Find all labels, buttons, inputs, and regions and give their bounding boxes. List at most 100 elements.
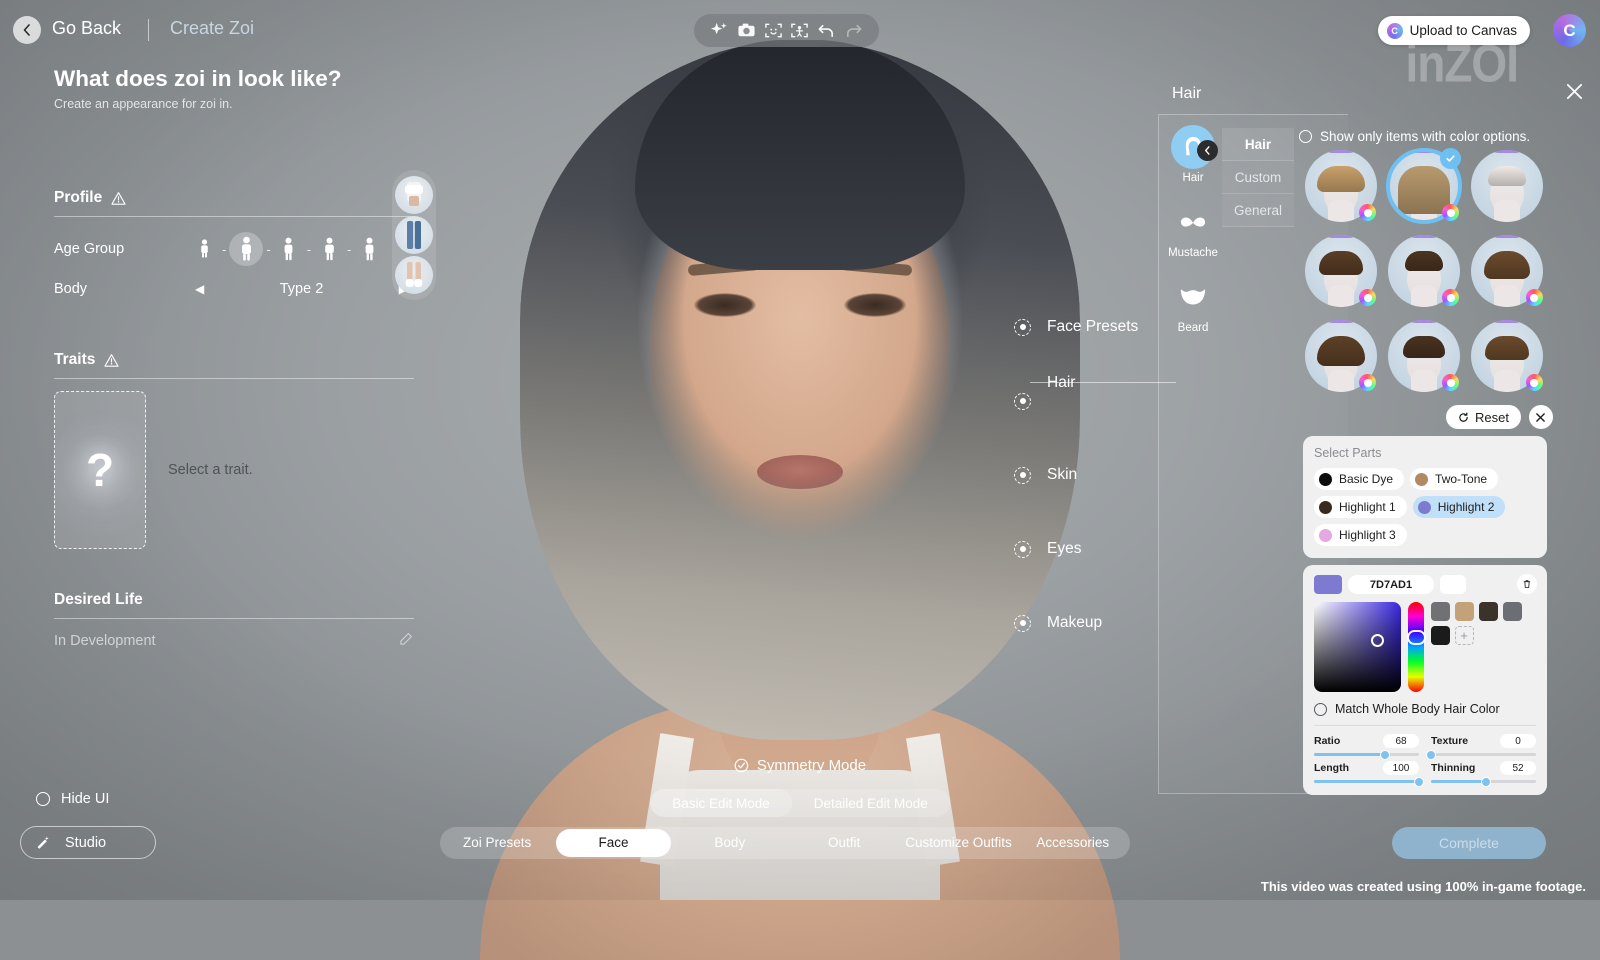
color-options-icon — [1442, 204, 1459, 221]
redo-icon[interactable] — [844, 21, 863, 40]
detailed-edit-mode-button[interactable]: Detailed Edit Mode — [792, 789, 950, 817]
body-prev-button[interactable]: ◀ — [189, 282, 210, 296]
hair-style-option[interactable] — [1299, 144, 1382, 227]
part-chip[interactable]: Basic Dye — [1314, 468, 1404, 490]
tab-face[interactable]: Face — [556, 829, 670, 857]
preset-color-swatch[interactable] — [1479, 602, 1498, 621]
slider-fill — [1314, 780, 1419, 783]
subtab-general[interactable]: General — [1222, 194, 1294, 227]
hair-style-option[interactable] — [1466, 144, 1549, 227]
parameter-slider[interactable]: Length100 — [1314, 761, 1419, 783]
slider-track[interactable] — [1431, 780, 1536, 783]
part-chip[interactable]: Highlight 3 — [1314, 524, 1407, 546]
parameter-slider[interactable]: Ratio68 — [1314, 734, 1419, 756]
preset-color-swatch[interactable] — [1431, 602, 1450, 621]
tab-customize-outfits[interactable]: Customize Outfits — [901, 836, 1015, 850]
thumb-top-accent — [1492, 235, 1522, 238]
subtab-custom[interactable]: Custom — [1222, 161, 1294, 194]
trait-slot-empty[interactable]: ? — [54, 391, 146, 549]
part-chip[interactable]: Highlight 2 — [1413, 496, 1506, 518]
age-option-adult[interactable] — [314, 234, 344, 264]
hide-ui-toggle[interactable]: Hide UI — [36, 791, 109, 807]
sparkle-icon[interactable] — [710, 21, 729, 40]
parameter-slider[interactable]: Texture0 — [1431, 734, 1536, 756]
preset-color-swatch[interactable] — [1503, 602, 1522, 621]
complete-button[interactable]: Complete — [1392, 827, 1546, 859]
hex-value-field[interactable]: 7D7AD1 — [1348, 575, 1434, 594]
category-mustache[interactable]: Mustache — [1166, 200, 1220, 259]
thumb-neck — [1494, 285, 1520, 307]
preset-color-swatch[interactable] — [1455, 602, 1474, 621]
basic-edit-mode-button[interactable]: Basic Edit Mode — [650, 789, 792, 817]
go-back-label[interactable]: Go Back — [52, 18, 121, 39]
thumb-hair — [1317, 166, 1365, 192]
parameter-slider[interactable]: Thinning52 — [1431, 761, 1536, 783]
match-body-hair-toggle[interactable]: Match Whole Body Hair Color — [1314, 702, 1536, 716]
hue-slider[interactable] — [1408, 602, 1424, 692]
chevron-left-icon — [21, 24, 33, 36]
hair-style-option[interactable] — [1299, 229, 1382, 312]
slider-knob[interactable] — [1414, 777, 1424, 787]
delete-color-button[interactable] — [1517, 574, 1537, 594]
undo-icon[interactable] — [817, 21, 836, 40]
subtab-hair[interactable]: Hair — [1222, 128, 1294, 161]
age-option-child[interactable] — [189, 234, 219, 264]
collapse-sidebar-button[interactable] — [1197, 140, 1218, 161]
tab-body[interactable]: Body — [673, 836, 787, 850]
hair-style-option[interactable] — [1299, 314, 1382, 397]
tab-zoi-presets[interactable]: Zoi Presets — [440, 836, 554, 850]
part-color-swatch — [1319, 529, 1332, 542]
preset-color-swatch[interactable] — [1431, 626, 1450, 645]
hair-style-option[interactable] — [1382, 229, 1465, 312]
close-color-editor-button[interactable] — [1529, 405, 1553, 429]
breadcrumb-create-zoi[interactable]: Create Zoi — [170, 18, 254, 39]
slider-knob[interactable] — [1380, 750, 1390, 760]
outfit-slot-top[interactable] — [395, 176, 433, 214]
thumb-hair — [1403, 336, 1445, 358]
hair-style-option[interactable] — [1382, 314, 1465, 397]
color-options-filter-toggle[interactable]: Show only items with color options. — [1299, 129, 1530, 144]
radial-dot-icon — [1014, 393, 1031, 410]
back-button[interactable] — [13, 16, 41, 44]
magic-wand-icon — [35, 835, 51, 851]
part-chip[interactable]: Two-Tone — [1410, 468, 1498, 490]
top-bar: Go Back Create Zoi C Upl — [0, 0, 1600, 60]
hair-style-option[interactable] — [1382, 144, 1465, 227]
age-group-selector[interactable]: - - - - — [189, 232, 384, 266]
face-scan-icon[interactable] — [764, 21, 783, 40]
body-scan-icon[interactable] — [790, 21, 809, 40]
hair-style-option[interactable] — [1466, 229, 1549, 312]
hair-style-option[interactable] — [1466, 314, 1549, 397]
saturation-value-field[interactable] — [1314, 602, 1401, 692]
account-avatar[interactable]: C — [1553, 14, 1586, 47]
reset-button[interactable]: Reset — [1446, 405, 1521, 429]
slider-track[interactable] — [1431, 753, 1536, 756]
slider-knob[interactable] — [1426, 750, 1436, 760]
slider-track[interactable] — [1314, 780, 1419, 783]
age-option-young-adult[interactable] — [274, 234, 304, 264]
symmetry-mode-toggle[interactable]: Symmetry Mode — [734, 757, 866, 774]
edit-pencil-icon[interactable] — [399, 631, 414, 651]
studio-button[interactable]: Studio — [20, 826, 156, 859]
add-color-button[interactable]: + — [1455, 626, 1474, 645]
outfit-slot-shoes[interactable] — [395, 256, 433, 294]
camera-icon[interactable] — [737, 21, 756, 40]
hue-cursor[interactable] — [1407, 630, 1426, 645]
part-color-swatch — [1415, 473, 1428, 486]
slider-knob[interactable] — [1481, 777, 1491, 787]
close-icon[interactable] — [1565, 82, 1584, 106]
age-option-teen[interactable] — [229, 232, 263, 266]
age-option-elder[interactable] — [354, 234, 384, 264]
tab-outfit[interactable]: Outfit — [787, 836, 901, 850]
part-chip[interactable]: Highlight 1 — [1314, 496, 1407, 518]
outfit-slot-pants[interactable] — [395, 216, 433, 254]
hair-thumbnail — [1471, 150, 1543, 222]
tab-accessories[interactable]: Accessories — [1016, 836, 1130, 850]
trash-icon — [1522, 579, 1532, 589]
saturation-cursor[interactable] — [1371, 634, 1384, 647]
hair-panel-title: Hair — [1172, 85, 1201, 103]
slider-track[interactable] — [1314, 753, 1419, 756]
category-beard[interactable]: Beard — [1166, 275, 1220, 334]
secondary-color-swatch[interactable] — [1440, 575, 1466, 594]
color-options-icon — [1526, 289, 1543, 306]
